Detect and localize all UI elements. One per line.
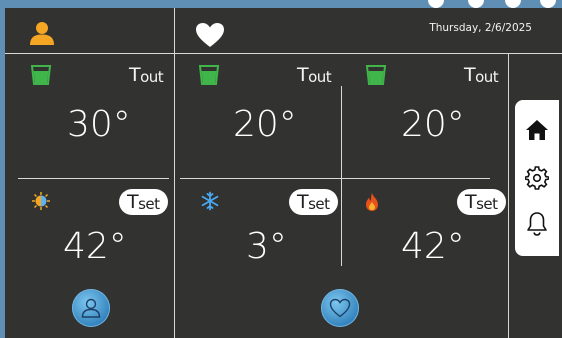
person-icon [81,298,101,318]
snowflake-icon[interactable] [200,191,220,211]
user-profile-icon[interactable] [29,20,55,46]
tset-value: 3° [246,226,287,267]
tout-value: 20° [401,104,465,145]
tset-value: 42° [63,226,127,267]
tout-value: 30° [67,104,131,145]
tset-badge[interactable]: Tset [289,189,338,215]
heart-profile-button[interactable] [321,289,359,327]
favorite-heart-icon[interactable] [195,22,225,48]
tout-label: Tout [129,64,164,86]
side-nav-panel [515,100,559,256]
divider-right [508,53,509,338]
tout-label: Tout [297,64,332,86]
tout-label: Tout [464,64,499,86]
tset-badge[interactable]: Tset [119,189,168,215]
date-display: Thursday, 2/6/2025 [429,22,532,34]
cup-icon [365,64,387,86]
flame-icon[interactable] [363,192,383,212]
heart-icon [329,298,351,318]
cup-icon [30,64,52,86]
person-profile-button[interactable] [72,289,110,327]
home-button[interactable] [515,110,559,150]
notifications-button[interactable] [515,204,559,244]
tset-badge[interactable]: Tset [457,189,506,215]
bell-icon [527,212,547,236]
thermostat-screen: Thursday, 2/6/2025 Tout 30° Tset 42° Tou… [5,8,562,338]
cup-icon [198,64,220,86]
sun-snow-auto-icon[interactable] [31,191,51,211]
middle-zone-divider [180,178,490,179]
left-zone-divider [18,178,169,179]
divider-left [174,8,175,338]
gear-icon [525,166,549,190]
divider-middle-zones [341,86,342,266]
tset-value: 42° [401,226,465,267]
home-icon [526,120,548,140]
tout-value: 20° [233,104,297,145]
settings-button[interactable] [515,158,559,198]
header-divider [5,53,562,54]
